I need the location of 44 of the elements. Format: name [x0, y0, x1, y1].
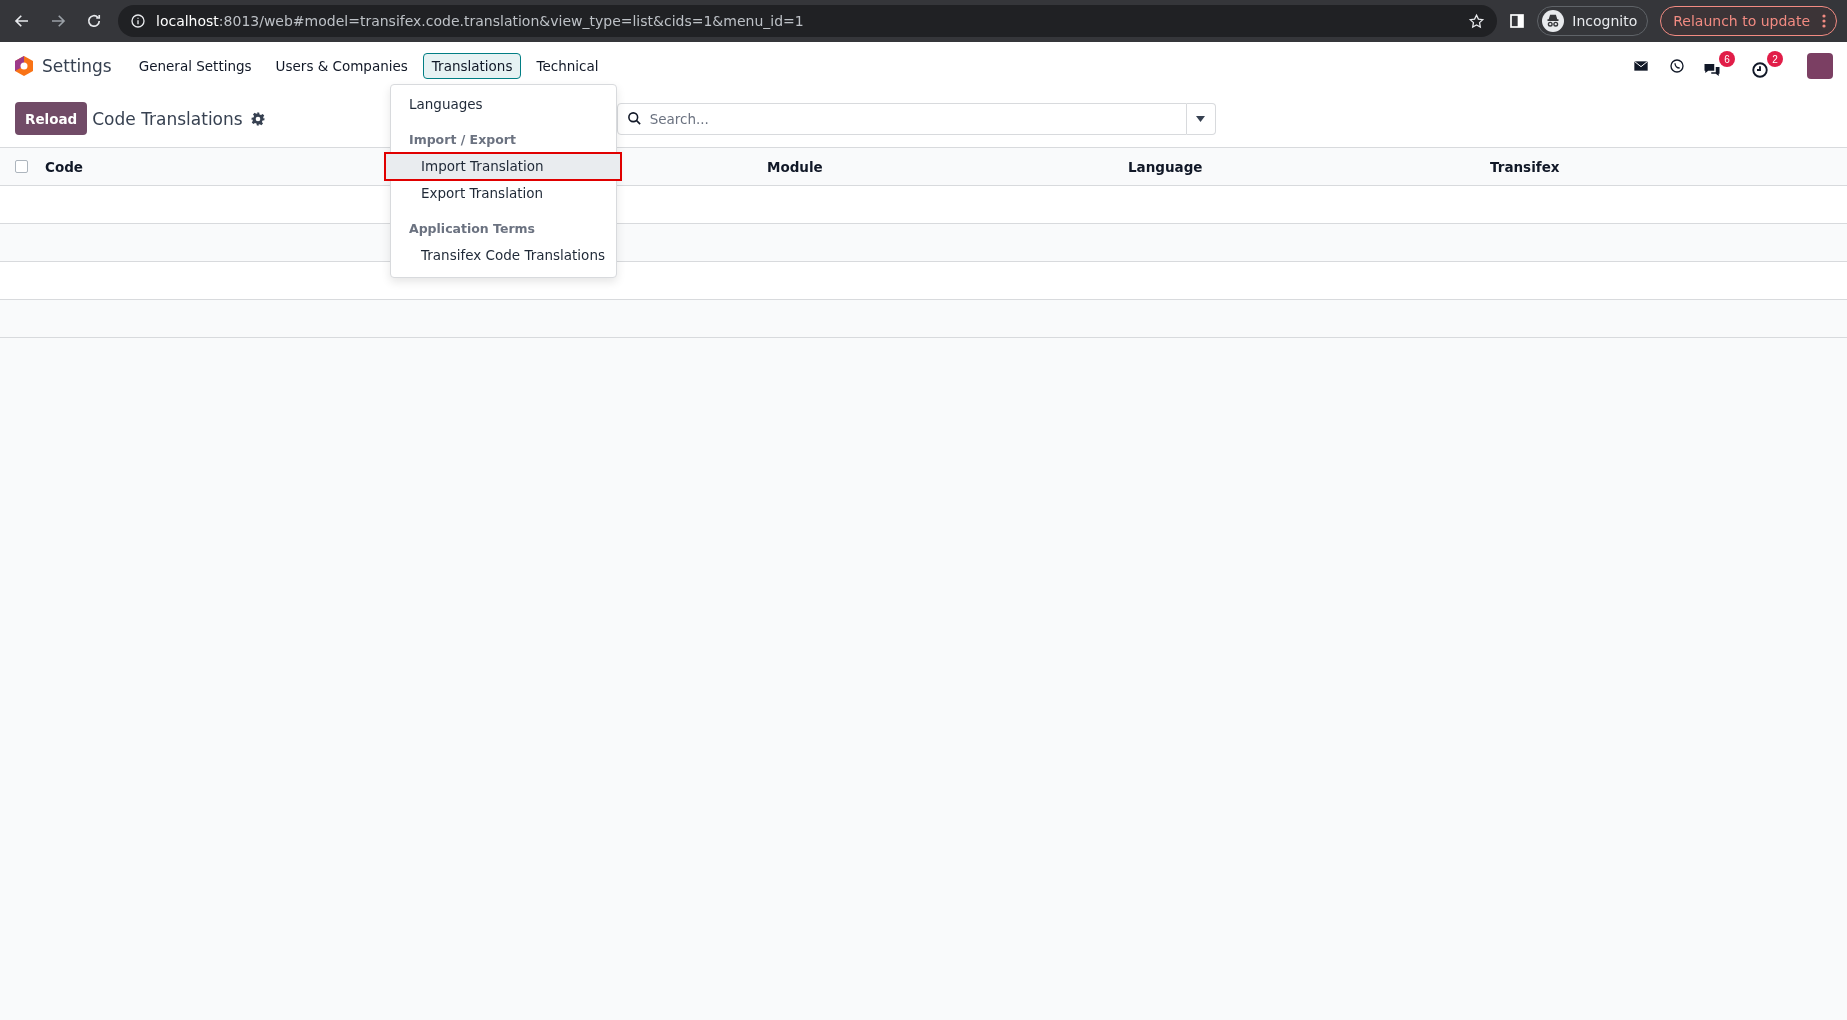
- dropdown-item[interactable]: Export Translation: [391, 180, 616, 207]
- arrow-left-icon: [13, 12, 31, 30]
- reload-button[interactable]: Reload: [15, 102, 88, 135]
- chat-button[interactable]: 6: [1703, 51, 1735, 81]
- column-header[interactable]: Code: [45, 159, 83, 175]
- info-icon: [130, 13, 146, 29]
- side-panel-icon: [1509, 13, 1526, 29]
- relaunch-button[interactable]: Relaunch to update: [1660, 6, 1837, 36]
- app-logo-icon[interactable]: [14, 55, 34, 77]
- arrow-right-icon: [49, 12, 67, 30]
- kebab-icon: [1822, 14, 1826, 28]
- search-icon: [626, 110, 642, 126]
- menu-item[interactable]: Technical: [527, 53, 608, 79]
- incognito-icon: [1542, 10, 1565, 32]
- select-all-checkbox[interactable]: [15, 160, 28, 173]
- star-icon: [1468, 12, 1486, 30]
- gear-icon[interactable]: [250, 111, 265, 126]
- dropdown-item[interactable]: Languages: [391, 91, 616, 118]
- url-text: localhost:8013/web#model=transifex.code.translation&view_type=list&cids=1&menu_id=1: [156, 13, 804, 29]
- menu-section-header: Application Terms: [408, 220, 537, 238]
- activity-button[interactable]: 2: [1751, 51, 1783, 81]
- menu-item[interactable]: General Settings: [129, 53, 261, 79]
- caret-icon: [1196, 115, 1206, 122]
- dropdown-item[interactable]: Import Translation: [385, 153, 621, 180]
- column-header[interactable]: Module: [767, 159, 823, 175]
- refresh-icon: [85, 12, 103, 30]
- envelope-icon: [1633, 58, 1649, 74]
- menu-section-header: Import / Export: [408, 131, 517, 149]
- menu-item[interactable]: Translations: [422, 53, 522, 79]
- column-header[interactable]: Transifex: [1490, 159, 1560, 175]
- count-badge: 2: [1767, 51, 1783, 67]
- search-options-button[interactable]: [1186, 102, 1216, 135]
- dropdown-item[interactable]: Transifex Code Translations: [391, 242, 616, 269]
- search-field[interactable]: Search...: [616, 102, 1187, 135]
- clock-icon: [1751, 61, 1769, 79]
- address-bar[interactable]: localhost:8013/web#model=transifex.code.translation&view_type=list&cids=1&menu_id=1: [118, 5, 1498, 37]
- app-title: Settings: [42, 56, 112, 76]
- chat-bubbles-icon: [1703, 61, 1721, 79]
- whatsapp-button[interactable]: [1667, 56, 1687, 76]
- column-header[interactable]: Language: [1128, 159, 1203, 175]
- page-title: Code Translations: [92, 108, 243, 129]
- menu-item[interactable]: Users & Companies: [266, 53, 417, 79]
- phone-chat-icon: [1669, 58, 1685, 74]
- count-badge: 6: [1719, 51, 1735, 67]
